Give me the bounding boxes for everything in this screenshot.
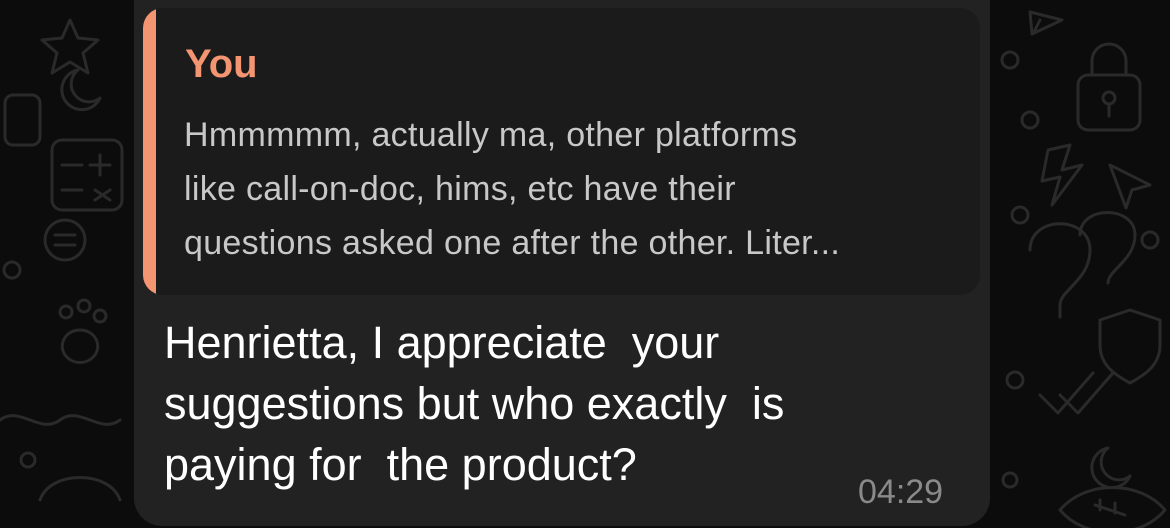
quoted-reply[interactable]: You Hmmmmm, actually ma, other platforms… bbox=[143, 8, 980, 295]
paw-doodle-icon bbox=[60, 328, 100, 364]
quote-line: questions asked one after the other. Lit… bbox=[184, 224, 841, 262]
message-text: Henrietta, I appreciate your suggestions… bbox=[164, 312, 904, 495]
quote-line: Hmmmmm, actually ma, other platforms bbox=[184, 116, 798, 154]
dot-doodle bbox=[2, 260, 22, 280]
wave-doodle bbox=[0, 414, 122, 426]
quote-line: like call-on-doc, hims, etc have their bbox=[184, 170, 736, 208]
message-line: paying for the product? bbox=[164, 439, 637, 490]
balloon-doodle-2 bbox=[1078, 211, 1137, 285]
dot-doodle bbox=[1020, 110, 1040, 130]
shield-doodle-icon bbox=[1098, 308, 1162, 385]
dot-doodle bbox=[1140, 230, 1160, 250]
star-doodle-icon bbox=[40, 18, 100, 75]
lines-doodle bbox=[53, 233, 77, 247]
paw-toe bbox=[76, 298, 92, 314]
moon-doodle-icon bbox=[60, 68, 102, 112]
calculator-keys bbox=[60, 153, 112, 202]
football-doodle-icon bbox=[1058, 486, 1167, 528]
cursor-doodle-icon bbox=[1108, 163, 1152, 210]
dot-doodle bbox=[19, 451, 37, 469]
lock-keyhole bbox=[1101, 90, 1117, 106]
dot-doodle bbox=[1001, 471, 1019, 489]
lightning-doodle-icon bbox=[1040, 143, 1084, 207]
taco-doodle-icon bbox=[38, 476, 122, 502]
message-timestamp: 04:29 bbox=[858, 473, 944, 511]
frame-doodle bbox=[3, 93, 42, 147]
quote-accent-bar bbox=[143, 8, 156, 295]
quote-author: You bbox=[185, 42, 258, 86]
bubble-doodle-icon bbox=[43, 218, 87, 262]
dot-doodle bbox=[1000, 50, 1020, 70]
moon-doodle-icon-2 bbox=[1090, 446, 1132, 490]
calculator-doodle-icon bbox=[50, 138, 124, 212]
message-line: Henrietta, I appreciate your bbox=[164, 317, 720, 368]
paw-toe bbox=[58, 304, 74, 320]
message-line: suggestions but who exactly is bbox=[164, 378, 785, 429]
send-doodle-icon bbox=[1028, 10, 1064, 36]
quote-text: Hmmmmm, actually ma, other platforms lik… bbox=[184, 108, 974, 270]
lock-shackle bbox=[1090, 42, 1128, 77]
dot-doodle bbox=[1005, 370, 1025, 390]
paw-toe bbox=[92, 308, 108, 324]
dot-doodle bbox=[1010, 205, 1030, 225]
balloon-doodle-icon bbox=[1028, 222, 1092, 319]
